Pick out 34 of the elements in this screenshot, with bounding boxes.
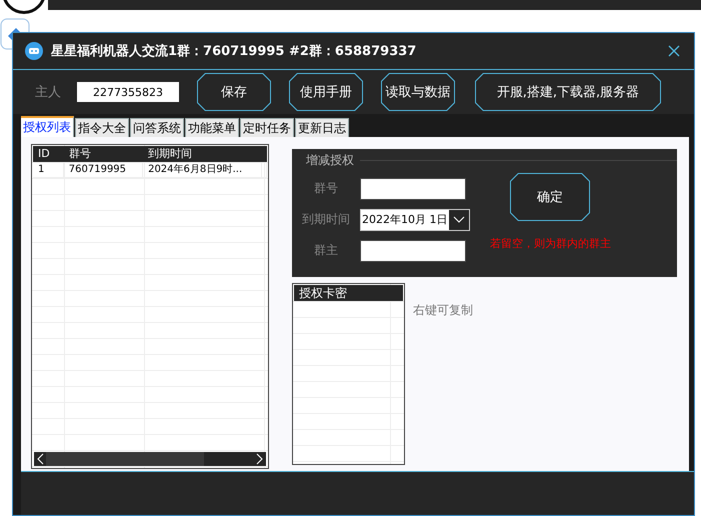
owner-label: 主人: [35, 84, 62, 101]
tab[interactable]: 授权列表: [21, 116, 74, 137]
owner-label: 群主: [313, 242, 339, 259]
tab[interactable]: 功能菜单: [185, 118, 239, 137]
column-header: 授权卡密: [294, 285, 403, 301]
date-picker[interactable]: 2022年10月 1日: [360, 208, 470, 230]
tab[interactable]: 问答系统: [130, 118, 184, 137]
window-title: 星星福利机器人交流1群：760719995 #2群：658879337: [51, 42, 418, 60]
tab[interactable]: 定时任务: [240, 118, 294, 137]
copy-hint: 右键可复制: [413, 302, 473, 319]
group-label: 群号: [313, 180, 339, 197]
robot-icon: [25, 42, 43, 60]
table-cell: 2024年6月8日9时...: [143, 162, 262, 178]
owner-field[interactable]: [360, 240, 466, 262]
hint-text: 若留空，则为群内的群主: [490, 236, 611, 251]
close-icon[interactable]: [668, 45, 680, 57]
table-cell: 1: [33, 162, 64, 178]
horizontal-scrollbar[interactable]: [34, 452, 266, 466]
column-header: ID: [37, 146, 51, 162]
owner-field[interactable]: 2277355823: [77, 82, 179, 102]
tab[interactable]: 更新日志: [295, 118, 349, 137]
panel-title: 增减授权: [305, 152, 355, 168]
expiry-label: 到期时间: [301, 211, 351, 228]
group-field[interactable]: [360, 178, 466, 200]
chevron-down-icon[interactable]: [453, 216, 465, 224]
table-cell: 760719995: [64, 162, 144, 178]
tab[interactable]: 指令大全: [75, 118, 129, 137]
column-header: 群号: [68, 146, 92, 162]
toolbar-button[interactable]: 使用手册: [289, 73, 363, 111]
column-header: 到期时间: [147, 146, 194, 162]
toolbar-button[interactable]: 开服,搭建,下载器,服务器: [475, 73, 661, 111]
confirm-button[interactable]: 确定: [510, 173, 590, 221]
toolbar-button[interactable]: 读取与数据: [381, 73, 455, 111]
toolbar-button[interactable]: 保存: [197, 73, 271, 111]
